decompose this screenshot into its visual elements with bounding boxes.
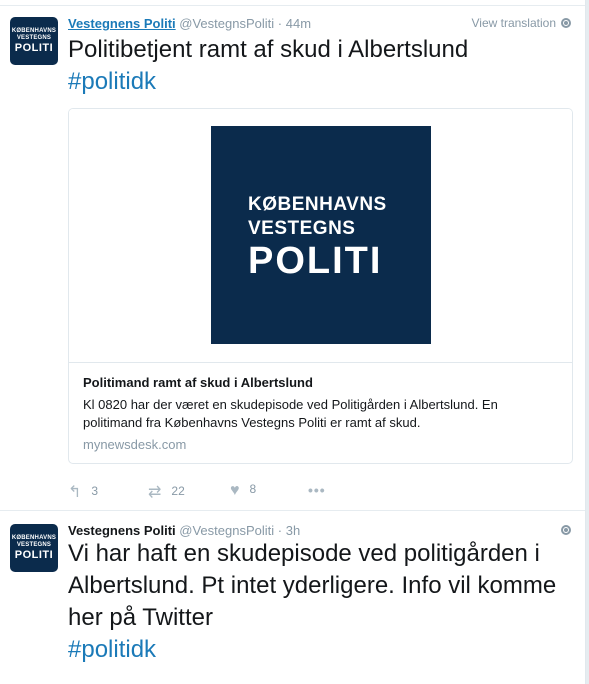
avatar[interactable]: KØBENHAVNS VESTEGNS POLITI: [10, 524, 58, 572]
globe-icon: [561, 18, 571, 28]
author-handle[interactable]: @VestegnsPoliti: [179, 523, 274, 538]
retweet-icon: ⇄: [148, 484, 162, 501]
view-translation-label: View translation: [471, 16, 557, 30]
hashtag-link[interactable]: #politidk: [68, 636, 156, 663]
retweet-button[interactable]: ⇄ 22: [148, 482, 185, 502]
tweet-body: Politibetjent ramt af skud i Albertslund: [68, 36, 469, 63]
more-icon: •••: [308, 482, 326, 498]
card-domain: mynewsdesk.com: [83, 437, 187, 452]
link-card[interactable]: KØBENHAVNS VESTEGNS POLITI Politimand ra…: [68, 108, 573, 464]
avatar-line-3: POLITI: [14, 42, 54, 54]
reply-button[interactable]: ↰ 3: [68, 482, 98, 502]
logo-line-1: KØBENHAVNS: [248, 194, 387, 215]
card-description: Kl 0820 har der været en skudepisode ved…: [83, 397, 498, 430]
author-name[interactable]: Vestegnens Politi: [68, 523, 176, 538]
author-handle[interactable]: @VestegnsPoliti: [179, 16, 274, 31]
card-image[interactable]: KØBENHAVNS VESTEGNS POLITI: [69, 109, 572, 363]
police-logo: KØBENHAVNS VESTEGNS POLITI: [211, 126, 431, 344]
avatar[interactable]: KØBENHAVNS VESTEGNS POLITI: [10, 17, 58, 65]
avatar-line-2: VESTEGNS: [16, 35, 52, 41]
more-button[interactable]: •••: [308, 482, 326, 502]
tweet-text: Politibetjent ramt af skud i Albertslund…: [68, 34, 568, 98]
avatar-line-3: POLITI: [14, 549, 54, 561]
avatar-line-1: KØBENHAVNS: [11, 28, 57, 34]
tweet-text: Vi har haft en skudepisode ved politigår…: [68, 538, 568, 666]
timestamp[interactable]: 3h: [286, 523, 300, 538]
hashtag-link[interactable]: #politidk: [68, 68, 156, 95]
timestamp[interactable]: 44m: [286, 16, 311, 31]
avatar-line-1: KØBENHAVNS: [11, 535, 57, 541]
like-count: 8: [249, 482, 257, 496]
tweet-header: Vestegnens Politi @VestegnsPoliti · 3h: [68, 523, 300, 538]
separator: ·: [277, 523, 283, 538]
tweet[interactable]: KØBENHAVNS VESTEGNS POLITI Vestegnens Po…: [0, 511, 585, 684]
logo-line-2: VESTEGNS: [248, 218, 356, 239]
logo-line-3: POLITI: [248, 240, 383, 282]
card-title[interactable]: Politimand ramt af skud i Albertslund: [83, 375, 313, 390]
tweet-actions: ↰ 3 ⇄ 22 ♥ 8 •••: [68, 482, 368, 502]
tweet-body: Vi har haft en skudepisode ved politigår…: [68, 540, 557, 631]
view-translation-link[interactable]: View translation: [471, 16, 571, 30]
tweet-header: Vestegnens Politi @VestegnsPoliti · 44m: [68, 16, 311, 31]
heart-icon: ♥: [230, 482, 240, 499]
separator: ·: [277, 16, 283, 31]
tweet[interactable]: KØBENHAVNS VESTEGNS POLITI Vestegnens Po…: [0, 6, 585, 511]
avatar-line-2: VESTEGNS: [16, 542, 52, 548]
reply-count: 3: [91, 484, 99, 498]
author-name[interactable]: Vestegnens Politi: [68, 16, 176, 31]
retweet-count: 22: [171, 484, 185, 498]
like-button[interactable]: ♥ 8: [230, 482, 256, 502]
globe-icon[interactable]: [561, 525, 571, 535]
scrollbar-track[interactable]: [585, 0, 589, 684]
reply-icon: ↰: [68, 484, 82, 501]
